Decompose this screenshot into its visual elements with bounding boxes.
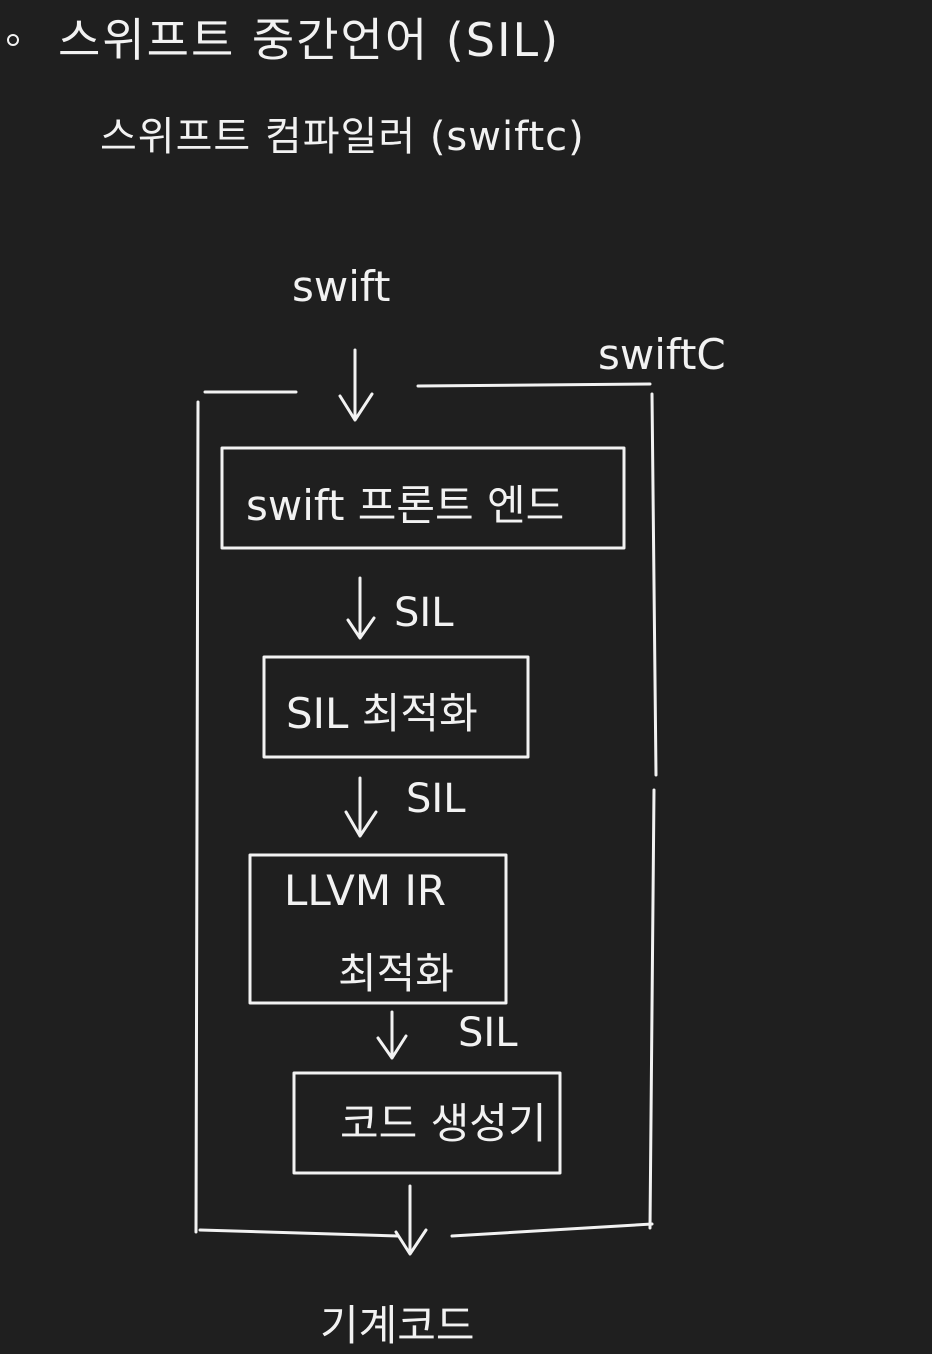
stage-label-llvm-line1: LLVM IR <box>284 866 447 915</box>
container-label: swiftC <box>598 330 726 379</box>
edge-label-2: SIL <box>406 776 466 822</box>
stage-label-sil-opt: SIL 최적화 <box>286 689 478 738</box>
container-right <box>648 392 658 1230</box>
arrow-llvm-to-codegen <box>376 1010 408 1060</box>
arrow-frontend-to-sil <box>346 576 376 640</box>
edge-label-3: SIL <box>458 1010 518 1056</box>
output-arrow <box>394 1184 428 1256</box>
stage-label-frontend: swift 프론트 엔드 <box>246 481 565 530</box>
arrow-sil-to-llvm <box>344 776 378 838</box>
container-bottom-left <box>198 1228 400 1238</box>
output-label: 기계코드 <box>320 1301 475 1350</box>
container-bottom-right <box>450 1222 654 1238</box>
container-top-right <box>416 382 652 388</box>
edge-label-1: SIL <box>394 590 454 636</box>
container-left <box>194 400 200 1234</box>
stage-label-llvm-line2: 최적화 <box>338 949 454 998</box>
input-label: swift <box>292 262 391 311</box>
input-arrow <box>338 348 374 422</box>
stage-label-codegen: 코드 생성기 <box>340 1099 547 1148</box>
